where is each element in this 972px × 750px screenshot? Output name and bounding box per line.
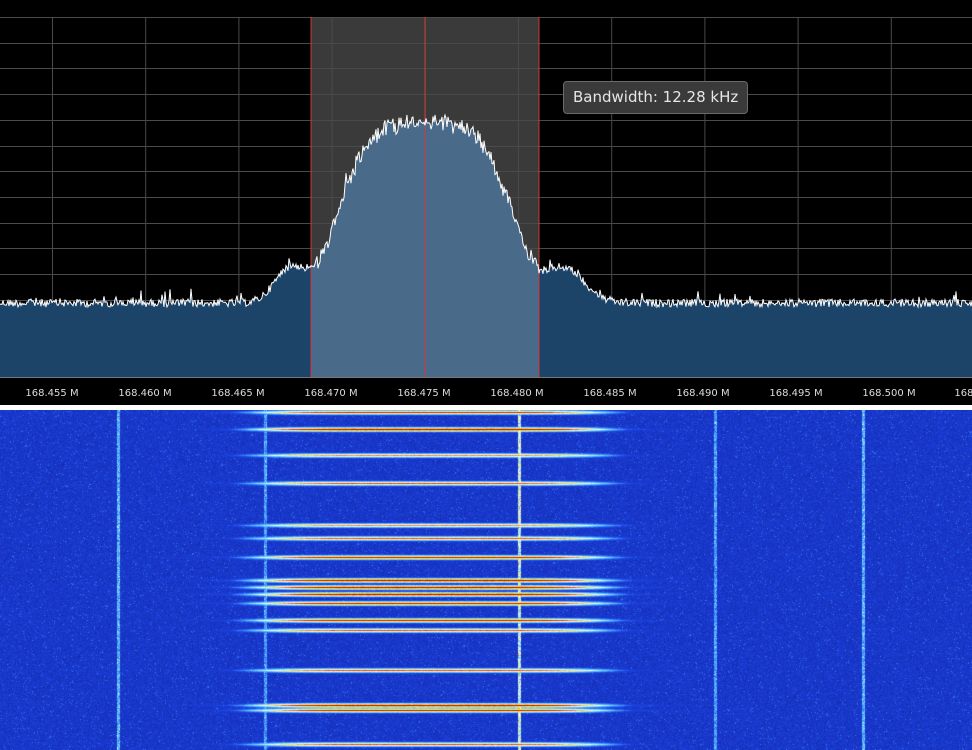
tick-label: 168.490 M xyxy=(676,388,729,399)
tick-label: 168.505 M xyxy=(954,388,972,399)
tick-label: 168.475 M xyxy=(397,388,450,399)
tick-label: 168.495 M xyxy=(769,388,822,399)
spectrum-panel[interactable]: 168.455 M 168.460 M 168.465 M 168.470 M … xyxy=(0,0,972,405)
tick-label: 168.485 M xyxy=(583,388,636,399)
waterfall-display[interactable] xyxy=(0,410,972,750)
tick-label: 168.465 M xyxy=(211,388,264,399)
tick-label: 168.455 M xyxy=(25,388,78,399)
tick-label: 168.460 M xyxy=(118,388,171,399)
bandwidth-tooltip: Bandwidth: 12.28 kHz xyxy=(563,81,749,114)
tick-label: 168.470 M xyxy=(304,388,357,399)
tick-label: 168.500 M xyxy=(862,388,915,399)
tick-label: 168.480 M xyxy=(490,388,543,399)
